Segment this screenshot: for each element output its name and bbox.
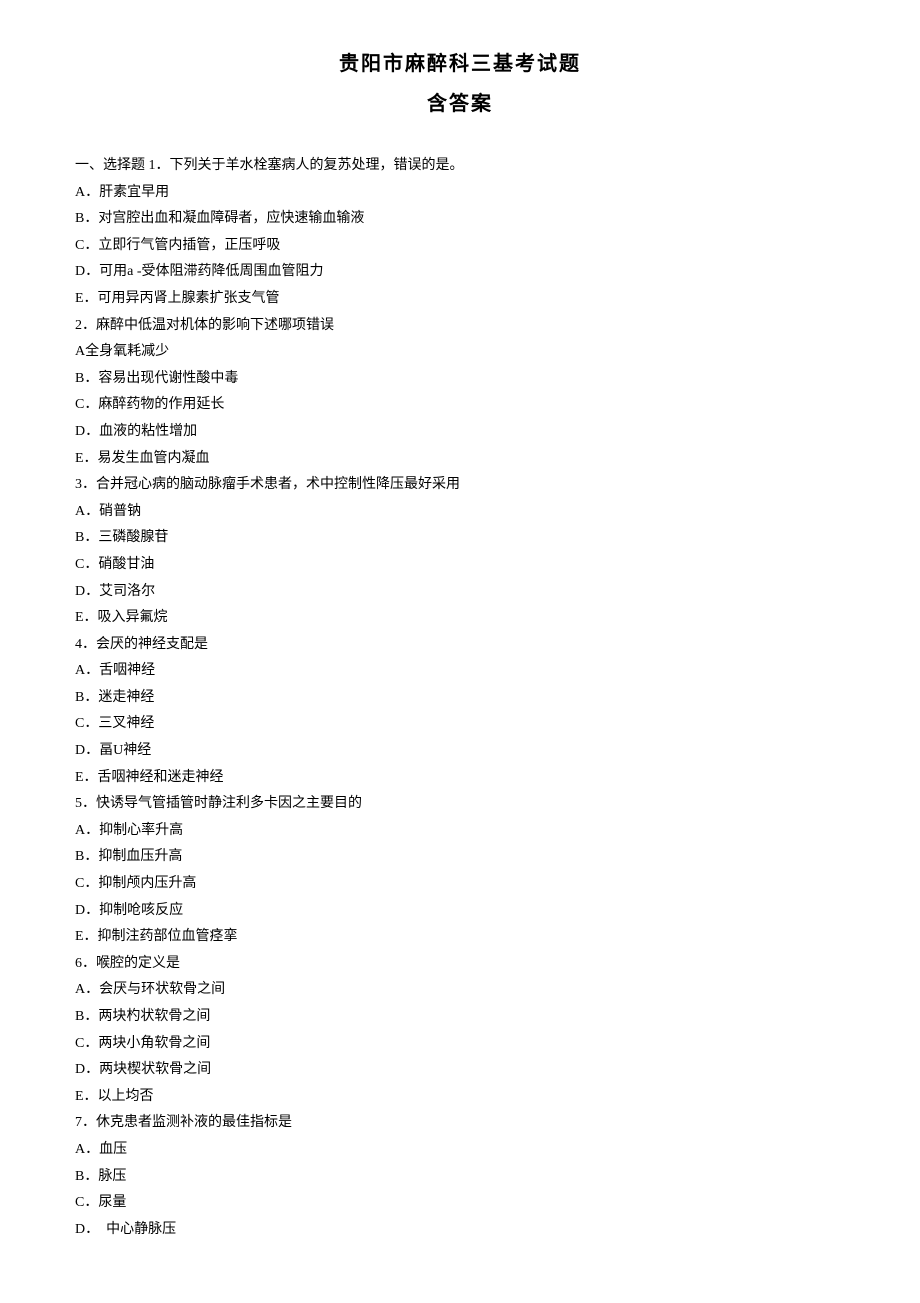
question-stem: 2．麻醉中低温对机体的影响下述哪项错误 bbox=[75, 313, 845, 340]
question-option: A．硝普钠 bbox=[75, 499, 845, 526]
question-option: B．抑制血压升高 bbox=[75, 844, 845, 871]
page-subtitle: 含答案 bbox=[75, 85, 845, 123]
question-option: B．三磷酸腺苷 bbox=[75, 525, 845, 552]
question-option: B．两块杓状软骨之间 bbox=[75, 1004, 845, 1031]
question-option: C．立即行气管内插管，正压呼吸 bbox=[75, 233, 845, 260]
question-option: C．两块小角软骨之间 bbox=[75, 1031, 845, 1058]
question-option: D．血液的粘性增加 bbox=[75, 419, 845, 446]
question-option: C．硝酸甘油 bbox=[75, 552, 845, 579]
question-option: C．尿量 bbox=[75, 1190, 845, 1217]
question-option: A．会厌与环状软骨之间 bbox=[75, 977, 845, 1004]
question-option: D．畐U神经 bbox=[75, 738, 845, 765]
question-option: A．血压 bbox=[75, 1137, 845, 1164]
question-option: C．抑制颅内压升高 bbox=[75, 871, 845, 898]
question-option: D．艾司洛尔 bbox=[75, 579, 845, 606]
question-option: C．三叉神经 bbox=[75, 711, 845, 738]
question-stem: 7．休克患者监测补液的最佳指标是 bbox=[75, 1110, 845, 1137]
question-option: E．吸入异氟烷 bbox=[75, 605, 845, 632]
question-option: E．抑制注药部位血管痉挛 bbox=[75, 924, 845, 951]
question-stem: 3．合并冠心病的脑动脉瘤手术患者，术中控制性降压最好采用 bbox=[75, 472, 845, 499]
question-option: C．麻醉药物的作用延长 bbox=[75, 392, 845, 419]
question-option: E．舌咽神经和迷走神经 bbox=[75, 765, 845, 792]
question-option: D． 中心静脉压 bbox=[75, 1217, 845, 1244]
question-option: D．可用a -受体阻滞药降低周围血管阻力 bbox=[75, 259, 845, 286]
question-stem: 4．会厌的神经支配是 bbox=[75, 632, 845, 659]
document-content: 一、选择题 1．下列关于羊水栓塞病人的复苏处理，错误的是。A．肝素宜早用B．对宫… bbox=[75, 153, 845, 1243]
question-option: E．以上均否 bbox=[75, 1084, 845, 1111]
question-option: B．脉压 bbox=[75, 1164, 845, 1191]
question-option: A全身氧耗减少 bbox=[75, 339, 845, 366]
question-option: A．肝素宜早用 bbox=[75, 180, 845, 207]
page-title: 贵阳市麻醉科三基考试题 bbox=[75, 45, 845, 83]
question-option: A．抑制心率升高 bbox=[75, 818, 845, 845]
question-option: D．两块楔状软骨之间 bbox=[75, 1057, 845, 1084]
question-option: E．可用异丙肾上腺素扩张支气管 bbox=[75, 286, 845, 313]
section-header: 一、选择题 1．下列关于羊水栓塞病人的复苏处理，错误的是。 bbox=[75, 153, 845, 180]
question-option: A．舌咽神经 bbox=[75, 658, 845, 685]
question-stem: 5．快诱导气管插管时静注利多卡因之主要目的 bbox=[75, 791, 845, 818]
question-option: B．对宫腔出血和凝血障碍者，应快速输血输液 bbox=[75, 206, 845, 233]
question-option: B．迷走神经 bbox=[75, 685, 845, 712]
question-option: D．抑制呛咳反应 bbox=[75, 898, 845, 925]
question-option: E．易发生血管内凝血 bbox=[75, 446, 845, 473]
question-stem: 6．喉腔的定义是 bbox=[75, 951, 845, 978]
question-option: B．容易出现代谢性酸中毒 bbox=[75, 366, 845, 393]
